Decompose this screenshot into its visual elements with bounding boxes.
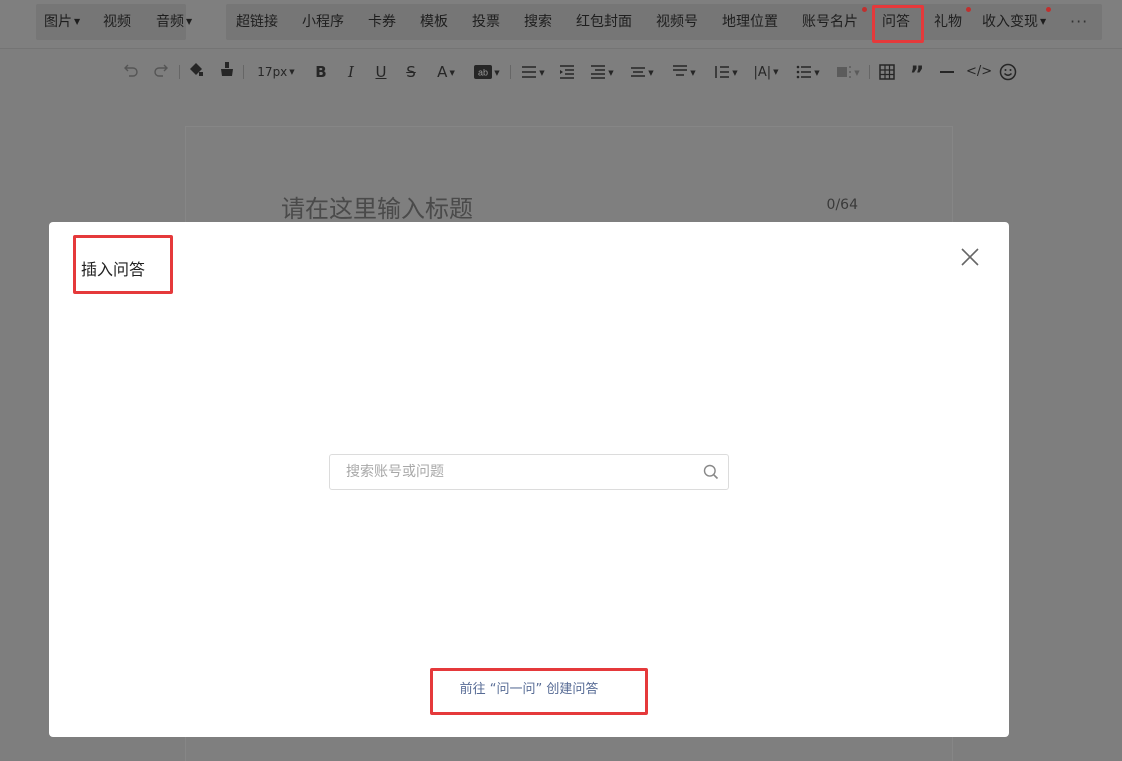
menu-mini-program[interactable]: 小程序 (302, 4, 344, 40)
list-icon[interactable]: ▼ (792, 59, 824, 85)
font-color-icon[interactable]: A ▼ (431, 59, 461, 85)
paragraph-spacing-before-icon[interactable]: ▼ (626, 59, 658, 85)
table-icon[interactable] (876, 59, 898, 85)
emoji-icon[interactable] (997, 59, 1019, 85)
menu-video-label: 视频 (103, 14, 131, 30)
menu-audio-label: 音频 (156, 14, 184, 30)
chevron-down-icon: ▼ (186, 17, 193, 26)
insert-qa-dialog: 插入问答 前往 “问一问” 创建问答 (49, 222, 1009, 737)
font-size-select[interactable]: 17px ▼ (250, 59, 302, 85)
close-icon[interactable] (961, 248, 979, 266)
menu-search[interactable]: 搜索 (524, 4, 552, 40)
new-badge (966, 7, 971, 12)
new-badge (1046, 7, 1051, 12)
first-line-indent-icon[interactable]: ▼ (586, 59, 618, 85)
chevron-down-icon: ▼ (494, 69, 500, 77)
chevron-down-icon: ▼ (854, 69, 860, 77)
search-box (329, 454, 729, 490)
background-color-icon[interactable]: ab ▼ (471, 59, 503, 85)
media-menu-group: 图片 ▼ 视频 音频 ▼ (36, 4, 192, 40)
menu-image[interactable]: 图片 ▼ (44, 4, 80, 40)
menu-monetization-label: 收入变现 (982, 14, 1038, 30)
menu-red-packet-cover[interactable]: 红包封面 (576, 4, 632, 40)
toolbar-divider (869, 65, 870, 79)
title-char-counter: 0/64 (826, 197, 858, 213)
italic-icon[interactable]: I (341, 59, 361, 85)
chevron-down-icon: ▼ (690, 69, 696, 77)
svg-text:ab: ab (478, 68, 488, 78)
line-height-icon[interactable]: ▼ (710, 59, 742, 85)
menu-hyperlink[interactable]: 超链接 (236, 4, 278, 40)
toolbar-divider (179, 65, 180, 79)
indent-icon[interactable] (556, 59, 578, 85)
divider-icon[interactable] (936, 59, 958, 85)
chevron-down-icon: ▼ (449, 69, 455, 77)
redo-icon[interactable] (150, 59, 172, 85)
align-icon[interactable]: ▼ (517, 59, 549, 85)
menu-template[interactable]: 模板 (420, 4, 448, 40)
letter-spacing-icon[interactable]: |A| ▼ (750, 59, 782, 85)
qa-menu-highlight (872, 5, 924, 43)
search-icon[interactable] (703, 464, 719, 480)
search-input[interactable] (330, 455, 692, 489)
insert-menu-group: 超链接 小程序 卡券 模板 投票 搜索 红包封面 视频号 地理位置 账号名片 问… (226, 4, 1102, 40)
chevron-down-icon: ▼ (289, 68, 295, 76)
menu-coupon[interactable]: 卡券 (368, 4, 396, 40)
article-title-input[interactable]: 请在这里输入标题 (281, 189, 473, 224)
insert-menubar: 图片 ▼ 视频 音频 ▼ 超链接 小程序 卡券 模板 投票 搜索 红包封面 视频号 … (0, 0, 1122, 48)
chevron-down-icon: ▼ (1040, 17, 1047, 26)
border-shading-icon[interactable]: ▼ (832, 59, 864, 85)
code-icon[interactable]: </> (966, 59, 992, 85)
create-link-highlight (430, 668, 648, 715)
new-badge (862, 7, 867, 12)
chevron-down-icon: ▼ (608, 69, 614, 77)
chevron-down-icon: ▼ (732, 69, 738, 77)
menu-monetization[interactable]: 收入变现 ▼ (982, 4, 1046, 40)
format-painter-icon[interactable] (185, 59, 207, 85)
dialog-title-highlight (73, 235, 173, 294)
toolbar-divider (243, 65, 244, 79)
chevron-down-icon: ▼ (74, 17, 81, 26)
menu-location[interactable]: 地理位置 (722, 4, 778, 40)
menu-image-label: 图片 (44, 14, 72, 30)
strikethrough-icon[interactable]: S (401, 59, 421, 85)
chevron-down-icon: ▼ (648, 69, 654, 77)
chevron-down-icon: ▼ (539, 69, 545, 77)
format-toolbar: 17px ▼ B I U S A ▼ ab ▼ ▼ ▼ ▼ ▼ ▼ |A| ▼ ▼ ▼ … (0, 48, 1122, 94)
quote-icon[interactable]: ” (906, 59, 928, 88)
undo-icon[interactable] (120, 59, 142, 85)
menu-channels[interactable]: 视频号 (656, 4, 698, 40)
menu-video[interactable]: 视频 (103, 4, 131, 40)
menu-audio[interactable]: 音频 ▼ (156, 4, 192, 40)
underline-icon[interactable]: U (371, 59, 391, 85)
bold-icon[interactable]: B (311, 59, 331, 85)
menu-vote[interactable]: 投票 (472, 4, 500, 40)
font-size-value: 17px (257, 65, 288, 79)
menu-gift[interactable]: 礼物 (934, 4, 962, 40)
clear-format-icon[interactable] (216, 59, 238, 85)
chevron-down-icon: ▼ (814, 69, 820, 77)
more-horizontal-icon[interactable]: ··· (1070, 4, 1088, 40)
chevron-down-icon: ▼ (773, 68, 779, 76)
paragraph-spacing-after-icon[interactable]: ▼ (668, 59, 700, 85)
menu-account-card[interactable]: 账号名片 (802, 4, 858, 40)
toolbar-divider (510, 65, 511, 79)
